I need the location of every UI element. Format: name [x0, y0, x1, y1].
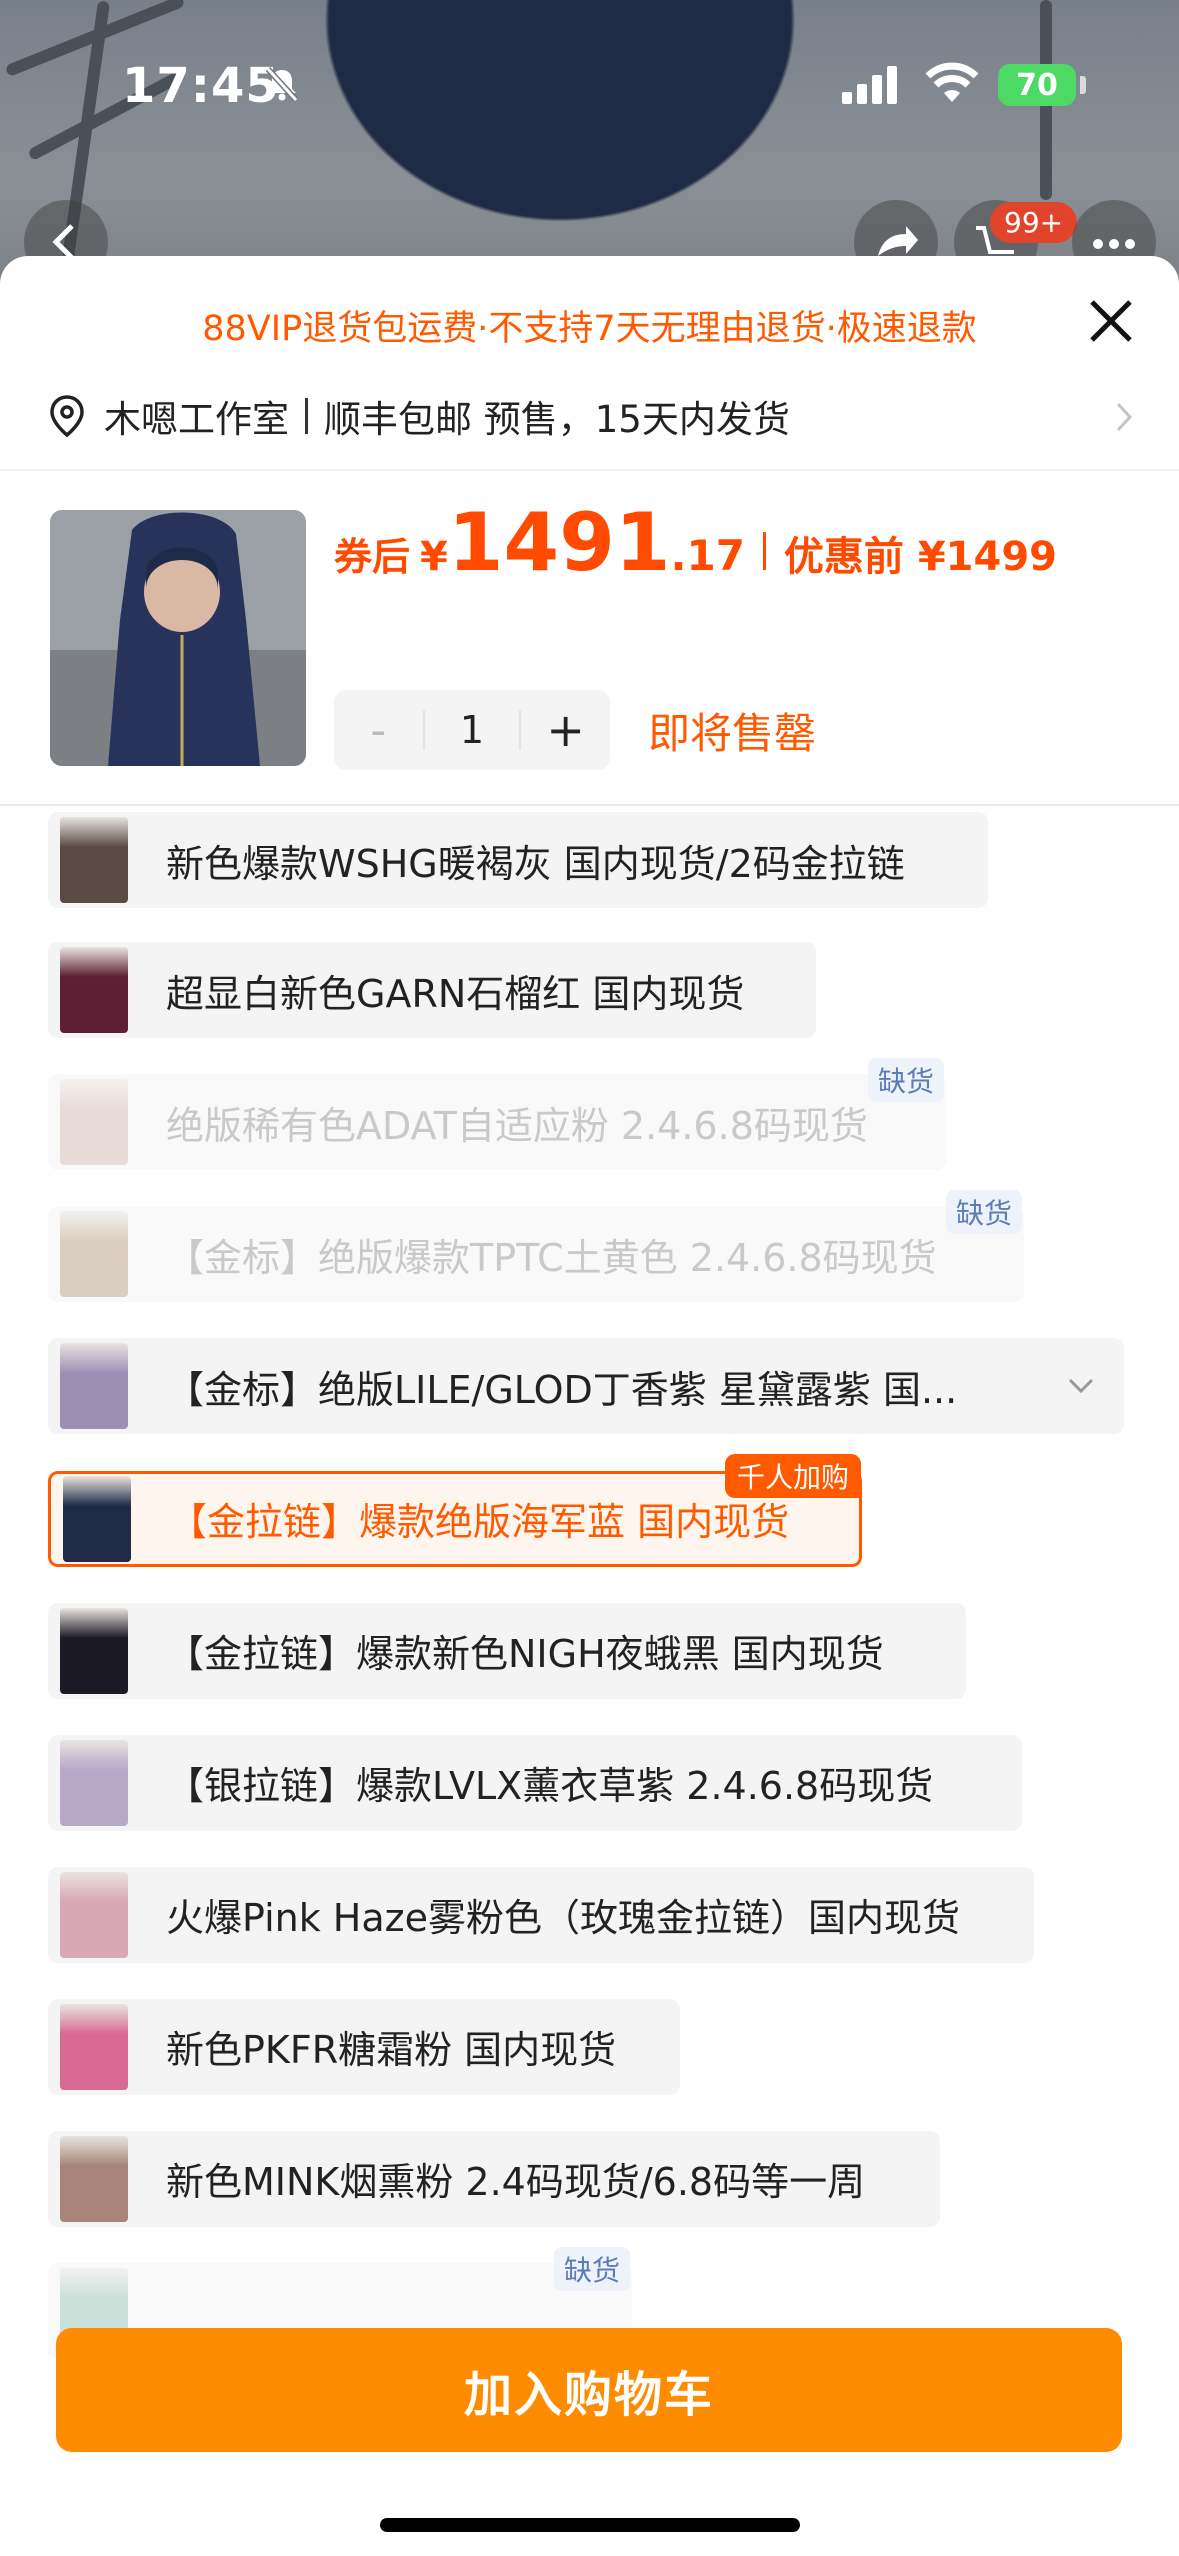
sku-thumbnail: [60, 1079, 128, 1166]
sku-list: 新色爆款WSHG暖褐灰 国内现货/2码金拉链 超显白新色GARN石榴红 国内现货绝…: [0, 812, 1179, 2542]
sku-thumbnail: [60, 947, 128, 1034]
sku-selection-sheet: 88VIP退货包运费·不支持7天无理由退货·极速退款 木嗯工作室 顺丰包邮 预售…: [0, 256, 1179, 2556]
chevron-down-icon[interactable]: [1064, 1368, 1098, 1402]
sku-thumbnail: [60, 1343, 128, 1430]
sku-label: 【金标】绝版LILE/GLOD丁香紫 星黛露紫 国...: [166, 1367, 958, 1412]
price-integer: 1491: [447, 496, 671, 589]
sku-option[interactable]: 新色MINK烟熏粉 2.4码现货/6.8码等一周: [48, 2130, 940, 2227]
divider: [0, 804, 1179, 806]
shipping-info-row[interactable]: 木嗯工作室 顺丰包邮 预售，15天内发货: [48, 386, 1138, 446]
shop-name: 木嗯工作室: [104, 398, 289, 441]
sku-label: 火爆Pink Haze雾粉色（玫瑰金拉链）国内现货: [166, 1896, 960, 1941]
add-to-cart-button[interactable]: 加入购物车: [56, 2328, 1122, 2452]
promo-banner: 88VIP退货包运费·不支持7天无理由退货·极速退款: [202, 309, 977, 349]
chevron-right-icon: [1116, 402, 1133, 432]
out-of-stock-badge: 缺货: [553, 2246, 630, 2291]
sku-label: 新色PKFR糖霜粉 国内现货: [166, 2028, 617, 2073]
cellular-signal-icon: [842, 66, 897, 104]
decrease-quantity-button[interactable]: -: [334, 705, 423, 756]
sku-label: 新色MINK烟熏粉 2.4码现货/6.8码等一周: [166, 2160, 866, 2205]
sku-option[interactable]: 【银拉链】爆款LVLX薰衣草紫 2.4.6.8码现货: [48, 1734, 1022, 1831]
sku-label: 【金拉链】爆款绝版海军蓝 国内现货: [169, 1500, 790, 1545]
price-line: 券后 ¥ 1491 .17 优惠前 ¥1499: [334, 496, 1057, 606]
sku-label: 【金拉链】爆款新色NIGH夜蛾黑 国内现货: [166, 1632, 884, 1677]
divider: [0, 469, 1179, 471]
out-of-stock-badge: 缺货: [945, 1190, 1022, 1235]
sku-option[interactable]: 超显白新色GARN石榴红 国内现货: [48, 942, 816, 1039]
price-decimal: .17: [670, 531, 745, 580]
currency-symbol: ¥: [420, 534, 448, 580]
out-of-stock-badge: 缺货: [867, 1058, 944, 1103]
battery-icon: 70: [998, 64, 1076, 106]
sku-label: 【金标】绝版爆款TPTC土黄色 2.4.6.8码现货: [166, 1235, 937, 1280]
sku-thumbnail: [63, 1475, 131, 1562]
sku-thumbnail: [60, 1607, 128, 1694]
sku-thumbnail: [60, 1211, 128, 1298]
sku-option[interactable]: 新色PKFR糖霜粉 国内现货: [48, 1998, 680, 2095]
sku-option[interactable]: 新色爆款WSHG暖褐灰 国内现货/2码金拉链: [48, 812, 988, 908]
product-image: [50, 510, 306, 766]
sku-thumbnail: [60, 2135, 128, 2222]
sku-option[interactable]: 火爆Pink Haze雾粉色（玫瑰金拉链）国内现货: [48, 1866, 1034, 1963]
price-after-coupon-label: 券后: [334, 535, 411, 579]
bell-mute-icon: [265, 66, 299, 103]
stock-status: 即将售罄: [648, 709, 817, 758]
sku-label: 超显白新色GARN石榴红 国内现货: [166, 971, 745, 1016]
separator: [305, 398, 308, 434]
sku-option[interactable]: 【金标】绝版爆款TPTC土黄色 2.4.6.8码现货 缺货: [48, 1190, 1024, 1303]
status-bar: 17:45 70: [0, 0, 1179, 150]
location-pin-icon: [50, 395, 84, 438]
sku-label: 绝版稀有色ADAT自适应粉 2.4.6.8码现货: [166, 1103, 868, 1148]
sku-label: 【银拉链】爆款LVLX薰衣草紫 2.4.6.8码现货: [166, 1764, 934, 1809]
battery-level: 70: [1016, 67, 1058, 103]
wifi-icon: [925, 62, 979, 102]
sku-option[interactable]: 【金标】绝版LILE/GLOD丁香紫 星黛露紫 国...: [48, 1338, 1124, 1435]
cart-count-badge: 99+: [990, 202, 1078, 243]
close-icon[interactable]: [1082, 292, 1140, 350]
price-before-discount: 优惠前 ¥1499: [783, 534, 1058, 580]
popular-badge: 千人加购: [724, 1453, 861, 1498]
home-indicator: [380, 2518, 800, 2532]
quantity-stepper: - 1 +: [334, 690, 610, 770]
selected-product-thumbnail[interactable]: [50, 510, 306, 766]
battery-cap: [1080, 76, 1086, 94]
status-time: 17:45: [122, 58, 280, 114]
sku-label: 新色爆款WSHG暖褐灰 国内现货/2码金拉链: [166, 841, 905, 886]
shipping-text: 顺丰包邮 预售，15天内发货: [324, 398, 790, 441]
sku-thumbnail: [60, 817, 128, 903]
increase-quantity-button[interactable]: +: [521, 703, 610, 757]
sku-thumbnail: [60, 1871, 128, 1958]
sku-thumbnail: [60, 2003, 128, 2090]
separator: [762, 532, 766, 570]
sku-option[interactable]: 【金拉链】爆款新色NIGH夜蛾黑 国内现货: [48, 1602, 966, 1699]
sku-option[interactable]: 【金拉链】爆款绝版海军蓝 国内现货 千人加购: [48, 1453, 862, 1567]
sku-thumbnail: [60, 1739, 128, 1826]
quantity-value[interactable]: 1: [422, 710, 522, 750]
sku-option[interactable]: 绝版稀有色ADAT自适应粉 2.4.6.8码现货 缺货: [48, 1058, 946, 1171]
